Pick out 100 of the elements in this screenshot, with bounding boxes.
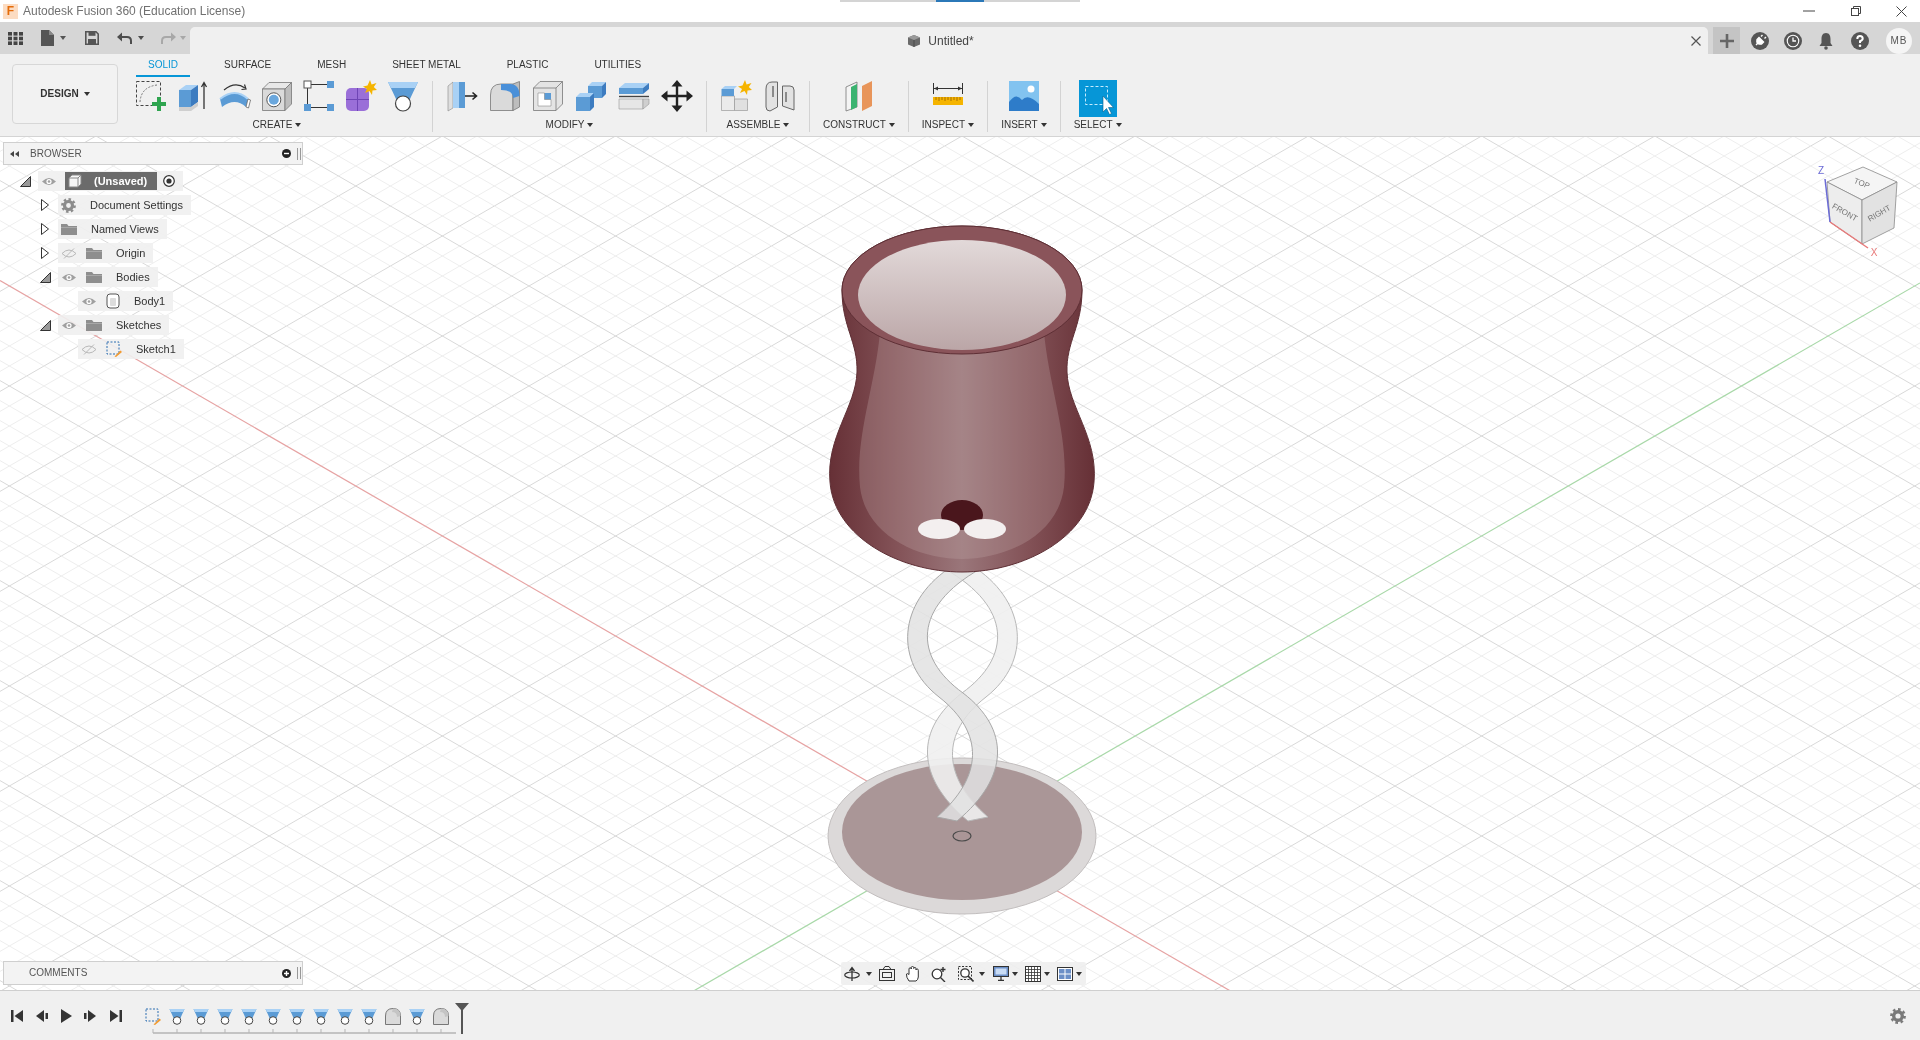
bell-icon[interactable]: [1818, 31, 1834, 50]
restore-icon[interactable]: [1851, 6, 1861, 16]
loft-feature-icon[interactable]: [169, 1008, 185, 1025]
tree-item[interactable]: Named Views: [58, 219, 167, 239]
move-icon[interactable]: [661, 80, 693, 112]
toolbar-menu-button[interactable]: SELECT: [1073, 118, 1122, 131]
minus-circle-icon[interactable]: [282, 149, 291, 158]
loft-feature-icon[interactable]: [289, 1008, 305, 1025]
caret-icon[interactable]: [888, 122, 895, 127]
expander-icon[interactable]: [41, 247, 49, 259]
toolbar-menu-button[interactable]: INSPECT: [921, 118, 975, 131]
image-icon[interactable]: [1007, 80, 1040, 112]
step-forward-icon[interactable]: [84, 1008, 97, 1023]
look-at-icon[interactable]: [879, 966, 895, 981]
loft-feature-icon[interactable]: [193, 1008, 209, 1025]
toolbar-menu-button[interactable]: CREATE: [252, 118, 302, 131]
view-cube[interactable]: [1826, 166, 1898, 245]
toolbar-tab[interactable]: PLASTIC: [494, 54, 561, 77]
close-icon[interactable]: [1691, 35, 1701, 46]
select-icon[interactable]: [1078, 80, 1117, 117]
toolbar-menu-button[interactable]: INSERT: [1001, 118, 1047, 131]
expander-icon[interactable]: [19, 175, 31, 187]
new-component-icon[interactable]: [720, 80, 752, 112]
orbit-icon[interactable]: [844, 965, 860, 982]
caret-icon[interactable]: [979, 971, 985, 976]
tree-item[interactable]: (Unsaved): [38, 171, 184, 191]
loft-feature-icon[interactable]: [361, 1008, 377, 1025]
skip-end-icon[interactable]: [110, 1008, 122, 1023]
zoom-fit-icon[interactable]: [958, 965, 974, 982]
form-icon[interactable]: [345, 80, 377, 112]
caret-icon[interactable]: [1012, 971, 1018, 976]
file-icon[interactable]: [41, 30, 54, 46]
caret-icon[interactable]: [587, 122, 594, 127]
caret-icon[interactable]: [295, 122, 302, 127]
loft-feature-icon[interactable]: [313, 1008, 329, 1025]
document-tab[interactable]: Untitled*: [190, 27, 1708, 54]
caret-icon[interactable]: [1115, 122, 1122, 127]
extrude-icon[interactable]: [177, 80, 209, 112]
combine-icon[interactable]: [575, 80, 607, 112]
tree-item[interactable]: Document Settings: [58, 195, 191, 215]
fillet-icon[interactable]: [489, 80, 521, 112]
joint-icon[interactable]: [764, 80, 796, 112]
loft-feature-icon[interactable]: [337, 1008, 353, 1025]
plug-icon[interactable]: [1751, 31, 1769, 50]
close-icon[interactable]: [1896, 5, 1907, 17]
plus-circle-icon[interactable]: [282, 968, 291, 978]
toolbar-tab[interactable]: MESH: [305, 54, 359, 77]
split-body-icon[interactable]: [618, 80, 650, 112]
pattern-icon[interactable]: [303, 80, 335, 112]
hole-icon[interactable]: [261, 80, 293, 112]
loft-feature-icon[interactable]: [241, 1008, 257, 1025]
expander-icon[interactable]: [39, 271, 51, 283]
loft-feature-icon[interactable]: [217, 1008, 233, 1025]
caret-icon[interactable]: [1076, 971, 1082, 976]
panel-handle-icon[interactable]: [297, 967, 301, 979]
fillet-feature-icon[interactable]: [385, 1008, 401, 1025]
undo-icon[interactable]: [117, 32, 132, 44]
caret-icon[interactable]: [138, 36, 144, 40]
eye-icon[interactable]: [81, 295, 97, 307]
profile-avatar[interactable]: MB: [1886, 27, 1912, 54]
eye-icon[interactable]: [61, 319, 77, 331]
toolbar-menu-button[interactable]: MODIFY: [545, 118, 594, 131]
loft-feature-icon[interactable]: [409, 1008, 425, 1025]
save-icon[interactable]: [85, 31, 99, 45]
zoom-icon[interactable]: [931, 965, 947, 982]
radio-icon[interactable]: [163, 175, 176, 187]
tree-item[interactable]: Sketch1: [78, 339, 184, 359]
expander-icon[interactable]: [41, 223, 49, 235]
tree-item[interactable]: Bodies: [58, 267, 158, 287]
panel-handle-icon[interactable]: [297, 147, 301, 160]
press-pull-icon[interactable]: [446, 80, 478, 112]
expander-icon[interactable]: [39, 319, 51, 331]
caret-icon[interactable]: [1044, 971, 1050, 976]
caret-icon[interactable]: [783, 122, 790, 127]
step-back-icon[interactable]: [35, 1008, 48, 1023]
pan-icon[interactable]: [905, 965, 921, 982]
toolbar-menu-button[interactable]: CONSTRUCT: [823, 118, 895, 131]
clock-icon[interactable]: [1784, 31, 1802, 50]
toolbar-menu-button[interactable]: ASSEMBLE: [726, 118, 790, 131]
skip-start-icon[interactable]: [11, 1008, 23, 1023]
viewports-icon[interactable]: [1057, 966, 1073, 981]
new-tab-button[interactable]: [1713, 27, 1740, 54]
settings-icon[interactable]: [1890, 1007, 1906, 1024]
caret-icon[interactable]: [60, 36, 66, 40]
caret-icon[interactable]: [866, 971, 872, 976]
tree-item[interactable]: Origin: [58, 243, 154, 263]
apps-grid-icon[interactable]: [8, 31, 23, 45]
new-sketch-icon[interactable]: [135, 80, 167, 112]
display-icon[interactable]: [993, 966, 1009, 981]
help-icon[interactable]: [1851, 31, 1869, 50]
collapse-icon[interactable]: [10, 150, 19, 157]
caret-icon[interactable]: [968, 122, 975, 127]
loft-icon[interactable]: [387, 80, 419, 112]
shell-icon[interactable]: [532, 80, 564, 112]
workspace-button[interactable]: DESIGN: [12, 64, 118, 124]
tree-item[interactable]: Body1: [78, 291, 174, 311]
eye-icon[interactable]: [61, 271, 77, 283]
fillet-feature-icon[interactable]: [433, 1008, 449, 1025]
loft-feature-icon[interactable]: [265, 1008, 281, 1025]
caret-icon[interactable]: [1040, 122, 1047, 127]
